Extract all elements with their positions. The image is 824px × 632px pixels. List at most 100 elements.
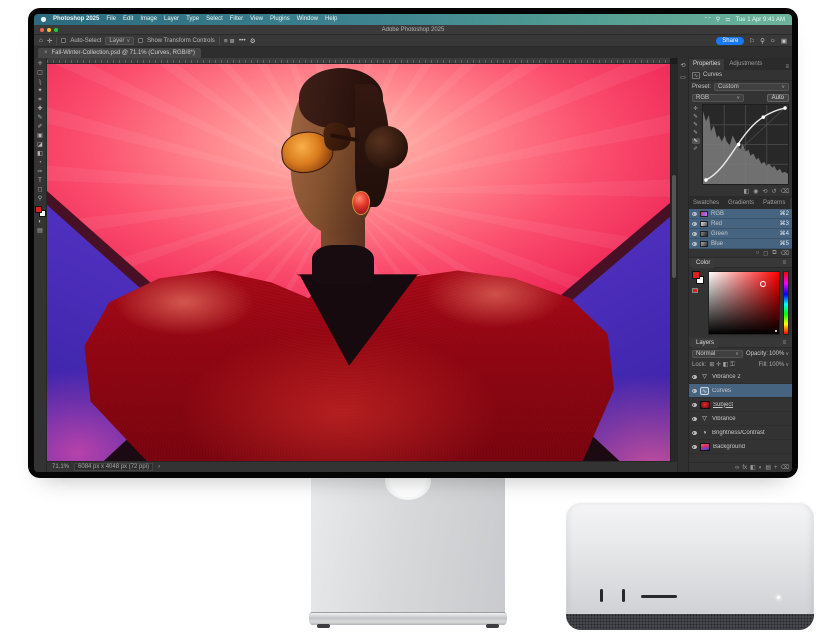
channel-dropdown[interactable]: RGB ∨ bbox=[692, 94, 744, 102]
preset-dropdown[interactable]: Custom ∨ bbox=[714, 83, 789, 91]
menu-type[interactable]: Type bbox=[186, 14, 199, 25]
visibility-eye-icon[interactable] bbox=[692, 375, 697, 379]
layer-row-vibrance2[interactable]: ▽ Vibrance 2 bbox=[689, 370, 792, 384]
zoom-tool[interactable]: ⚲ bbox=[35, 195, 46, 203]
visibility-eye-icon[interactable] bbox=[692, 445, 697, 449]
panel-menu-icon[interactable]: ≡ bbox=[782, 340, 789, 346]
close-tab-icon[interactable]: × bbox=[44, 50, 48, 56]
menu-filter[interactable]: Filter bbox=[230, 14, 243, 25]
channel-row-red[interactable]: Red ⌘3 bbox=[689, 219, 792, 229]
menu-window[interactable]: Window bbox=[297, 14, 318, 25]
visibility-eye-icon[interactable] bbox=[692, 403, 697, 407]
new-adjustment-icon[interactable]: ◐ bbox=[759, 465, 763, 471]
visibility-eye-icon[interactable] bbox=[692, 389, 697, 393]
pen-tool[interactable]: ✑ bbox=[35, 168, 46, 176]
layer-thumbnail[interactable] bbox=[700, 443, 710, 451]
layer-name[interactable]: Vibrance 2 bbox=[712, 374, 741, 380]
menu-plugins[interactable]: Plugins bbox=[270, 14, 290, 25]
channel-row-blue[interactable]: Blue ⌘5 bbox=[689, 239, 792, 249]
panel-menu-icon[interactable]: ≡ bbox=[782, 260, 789, 266]
gray-point-eyedropper-icon[interactable]: ✎ bbox=[693, 122, 698, 128]
menu-help[interactable]: Help bbox=[325, 14, 337, 25]
delete-channel-icon[interactable]: ⌫ bbox=[781, 250, 789, 257]
tab-layers[interactable]: Layers bbox=[692, 338, 718, 348]
save-selection-icon[interactable]: ◻ bbox=[763, 250, 768, 257]
visibility-eye-icon[interactable] bbox=[692, 417, 697, 421]
white-point-eyedropper-icon[interactable]: ✎ bbox=[693, 130, 698, 136]
menu-image[interactable]: Image bbox=[140, 14, 157, 25]
shape-tool[interactable]: ◻ bbox=[35, 186, 46, 194]
tab-adjustments[interactable]: Adjustments bbox=[725, 59, 766, 70]
healing-tool[interactable]: ✚ bbox=[35, 105, 46, 113]
vertical-scrollbar[interactable] bbox=[670, 64, 677, 461]
tab-swatches[interactable]: Swatches bbox=[689, 198, 723, 209]
eyedropper-tool[interactable]: ✎ bbox=[35, 114, 46, 122]
color-picker-ring[interactable] bbox=[760, 281, 766, 287]
layer-row-vibrance[interactable]: ▽ Vibrance bbox=[689, 412, 792, 426]
clip-to-layer-icon[interactable]: ◧ bbox=[744, 188, 750, 195]
target-dropdown[interactable]: Layer ∨ bbox=[105, 37, 134, 45]
zoom-window-button[interactable] bbox=[54, 28, 58, 32]
wifi-icon[interactable]: ⌒ bbox=[705, 15, 711, 24]
visibility-eye-icon[interactable] bbox=[692, 232, 697, 236]
canvas-image[interactable] bbox=[47, 64, 670, 461]
close-window-button[interactable] bbox=[40, 28, 44, 32]
spotlight-search-icon[interactable]: ⚲ bbox=[716, 16, 720, 23]
minimize-window-button[interactable] bbox=[47, 28, 51, 32]
tab-channels[interactable]: Channels bbox=[790, 198, 792, 209]
stamp-tool[interactable]: ▣ bbox=[35, 132, 46, 140]
layer-name[interactable]: Background bbox=[713, 444, 745, 450]
menu-select[interactable]: Select bbox=[206, 14, 223, 25]
tab-gradients[interactable]: Gradients bbox=[724, 198, 758, 209]
tab-color[interactable]: Color bbox=[692, 258, 714, 268]
magic-wand-tool[interactable]: ✦ bbox=[35, 87, 46, 95]
document-tab[interactable]: × Fall-Winter-Collection.psd @ 71.1% (Cu… bbox=[38, 48, 201, 58]
layer-name[interactable]: Curves bbox=[712, 388, 731, 394]
move-tool[interactable]: ✛ bbox=[35, 60, 46, 68]
opacity-control[interactable]: Opacity: 100% ∨ bbox=[746, 351, 789, 357]
transform-controls-checkbox[interactable] bbox=[138, 38, 143, 43]
layer-effects-icon[interactable]: fx bbox=[742, 465, 747, 471]
layer-row-subject[interactable]: Subject bbox=[689, 398, 792, 412]
menu-bar-clock[interactable]: Tue 1 Apr 9:41 AM bbox=[736, 17, 785, 23]
layer-thumbnail[interactable] bbox=[700, 401, 710, 409]
align-icons[interactable]: ≡ ≣ bbox=[224, 37, 235, 45]
gear-icon[interactable]: ⚙ bbox=[250, 37, 256, 45]
edit-curve-icon[interactable]: ∿ bbox=[692, 138, 700, 144]
channel-row-green[interactable]: Green ⌘4 bbox=[689, 229, 792, 239]
comments-panel-icon[interactable]: ▭ bbox=[679, 74, 687, 82]
blend-mode-dropdown[interactable]: Normal ∨ bbox=[692, 350, 743, 358]
lock-icons[interactable]: ⊞ ✛ ◧ ⚿ bbox=[709, 361, 734, 369]
layer-name[interactable]: Vibrance bbox=[712, 416, 736, 422]
link-layers-icon[interactable]: ∞ bbox=[735, 465, 739, 471]
fill-control[interactable]: Fill: 100% ∨ bbox=[759, 362, 789, 368]
black-point-eyedropper-icon[interactable]: ✎ bbox=[693, 114, 698, 120]
brush-tool[interactable]: ✐ bbox=[35, 123, 46, 131]
reset-icon[interactable]: ↺ bbox=[771, 188, 776, 195]
foreground-color-swatch[interactable] bbox=[35, 206, 42, 213]
quick-mask-icon[interactable]: ◐ bbox=[35, 218, 46, 226]
hue-slider[interactable] bbox=[783, 271, 789, 335]
new-channel-icon[interactable]: ⧉ bbox=[772, 250, 776, 257]
canvas-area[interactable]: 71.1% 6084 px x 4048 px (72 ppi) › bbox=[47, 58, 677, 472]
share-button[interactable]: Share bbox=[716, 37, 744, 45]
new-layer-icon[interactable]: + bbox=[774, 465, 778, 471]
screen-mode-icon[interactable]: ▤ bbox=[35, 227, 46, 235]
scrollbar-thumb[interactable] bbox=[672, 175, 676, 278]
auto-button[interactable]: Auto bbox=[767, 94, 789, 102]
visibility-eye-icon[interactable] bbox=[692, 242, 697, 246]
discover-icon[interactable]: ☼ bbox=[770, 37, 776, 44]
crop-tool[interactable]: ⌗ bbox=[35, 96, 46, 104]
marquee-tool[interactable]: ▢ bbox=[35, 69, 46, 77]
menu-layer[interactable]: Layer bbox=[164, 14, 179, 25]
gradient-tool[interactable]: ◧ bbox=[35, 150, 46, 158]
eraser-tool[interactable]: ◪ bbox=[35, 141, 46, 149]
visibility-eye-icon[interactable] bbox=[692, 222, 697, 226]
zoom-level[interactable]: 71.1% bbox=[52, 464, 69, 470]
history-panel-icon[interactable]: ⟲ bbox=[679, 62, 687, 70]
notifications-bell-icon[interactable]: ⚐ bbox=[749, 37, 755, 45]
auto-select-checkbox[interactable] bbox=[61, 38, 66, 43]
delete-layer-icon[interactable]: ⌫ bbox=[781, 464, 789, 471]
add-mask-icon[interactable]: ◧ bbox=[750, 464, 756, 471]
dodge-tool[interactable]: ◔ bbox=[35, 159, 46, 167]
